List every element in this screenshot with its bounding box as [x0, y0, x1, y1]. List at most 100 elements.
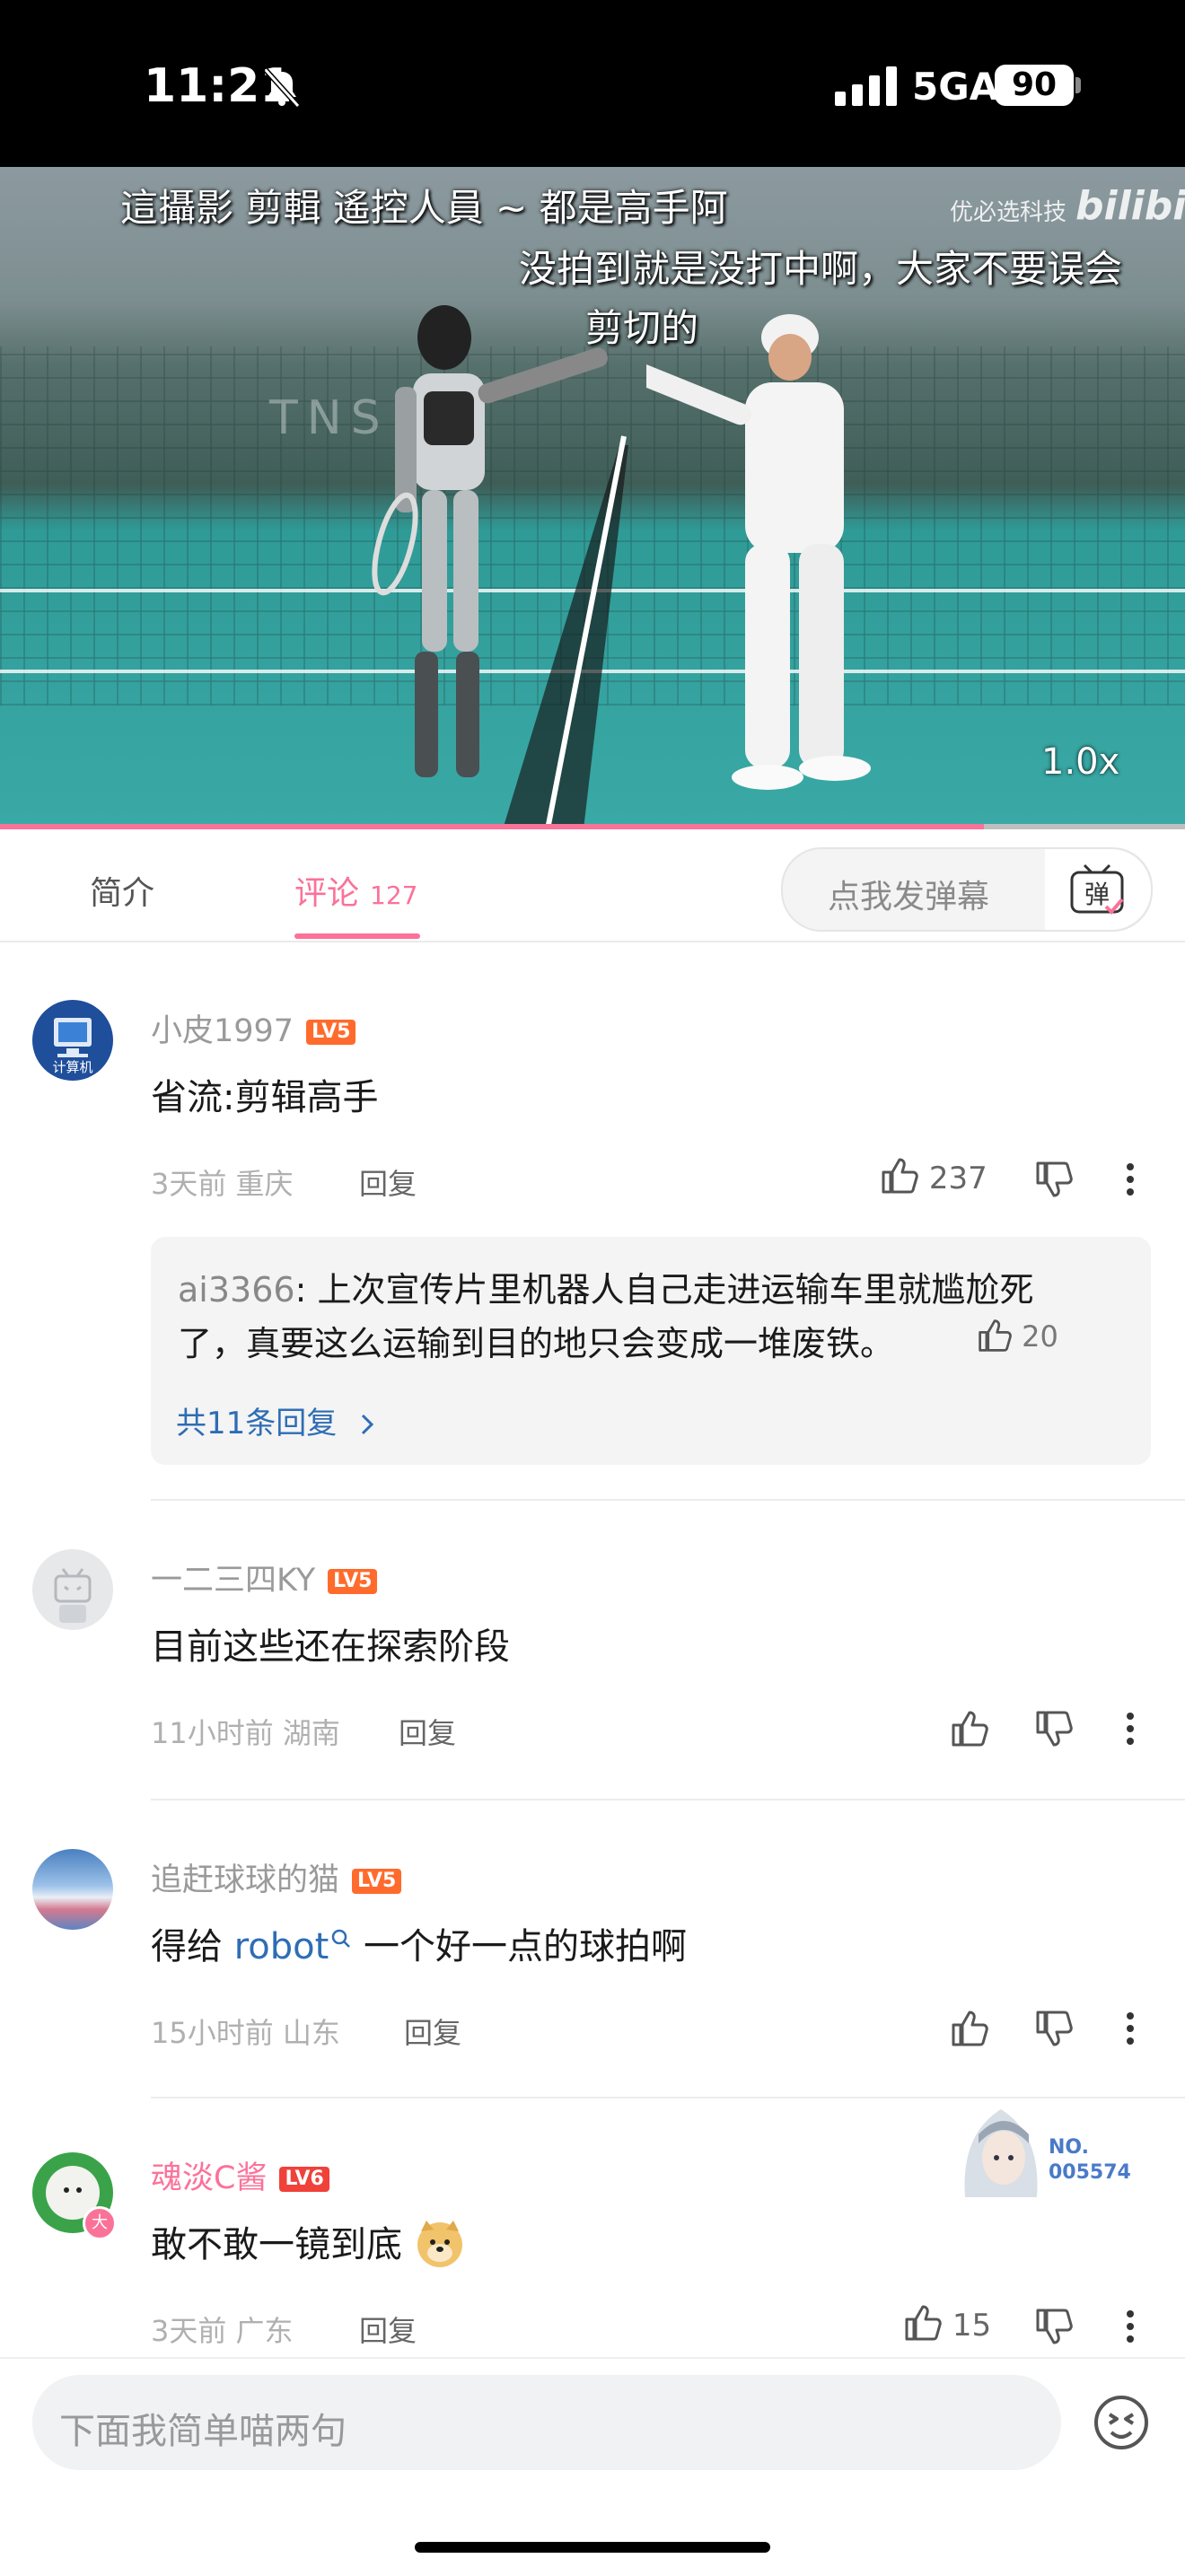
comment-text: 目前这些还在探索阶段 [151, 1626, 510, 1668]
decoration-number-prefix: NO. [1049, 2136, 1089, 2159]
like-count: 237 [928, 1161, 988, 1196]
robot-link-text: robot [233, 1926, 329, 1967]
thumbs-up-icon[interactable] [950, 1709, 989, 1748]
playback-speed-button[interactable]: 1.0x [1041, 741, 1119, 783]
thumbs-down-icon[interactable] [1034, 1709, 1074, 1748]
thumbs-up-icon [882, 1158, 918, 1194]
decoration-character-icon [964, 2109, 1038, 2197]
comment-text-part: 一个好一点的球拍啊 [352, 1926, 688, 1967]
subtitle-line-2: 没拍到就是没打中啊，大家不要误会 [519, 247, 1123, 291]
reply-button[interactable]: 回复 [399, 1711, 456, 1752]
comment-location: 重庆 [235, 1167, 294, 1201]
like-button[interactable]: 15 [903, 2303, 991, 2344]
watermark-text: 优必选科技 [950, 199, 1067, 226]
comment-username[interactable]: 追赶球球的猫 LV5 [151, 1854, 402, 1900]
chevron-right-icon [362, 1414, 374, 1435]
danmaku-toggle-button[interactable]: 弹 [1045, 849, 1151, 930]
like-button[interactable]: 237 [880, 1156, 988, 1196]
sub-reply-author[interactable]: ai3366 [178, 1270, 295, 1310]
status-bar: 11:21 5GA 90 [0, 0, 1185, 167]
avatar[interactable] [32, 1849, 113, 1930]
sub-reply-line-1: ai3366: 上次宣传片里机器人自己走进运输车里就尴尬死 [178, 1262, 1033, 1311]
battery-icon [1075, 77, 1081, 93]
fan-decoration-card[interactable]: NO. 005574 [952, 2098, 1158, 2206]
thumbs-up-icon[interactable] [950, 2009, 989, 2048]
reply-button[interactable]: 回复 [359, 1161, 417, 1203]
sub-reply-text-1: : 上次宣传片里机器人自己走进运输车里就尴尬死 [294, 1270, 1034, 1310]
avatar[interactable] [32, 1549, 113, 1630]
bilibili-logo: bilibili [1075, 183, 1185, 229]
tab-bar: 简介 评论 127 点我发弹幕 弹 [0, 829, 1185, 942]
subtitle-line-1: 這攝影 剪輯 遙控人員 ~ 都是高手阿 [120, 186, 728, 230]
home-indicator[interactable] [415, 2542, 770, 2553]
thumbs-up-icon [979, 1319, 1012, 1352]
comment-input[interactable]: 下面我简单喵两句 [32, 2375, 1061, 2470]
comment-location: 广东 [235, 2314, 294, 2348]
comment-location: 湖南 [282, 1716, 340, 1750]
danmaku-tv-icon: 弹 [1070, 863, 1124, 915]
subtitle-line-3: 剪切的 [585, 306, 699, 350]
emoji-icon[interactable] [1092, 2393, 1151, 2452]
comment-text-part: 敢不敢一镜到底 [151, 2224, 402, 2265]
default-tv-avatar-icon [54, 1568, 92, 1623]
comment-input-placeholder: 下面我简单喵两句 [59, 2411, 347, 2452]
more-options-icon[interactable] [1117, 2307, 1144, 2346]
avatar-badge: 大 [83, 2206, 117, 2240]
comment-time: 11小时前 [151, 1716, 274, 1750]
sub-reply-box[interactable]: ai3366: 上次宣传片里机器人自己走进运输车里就尴尬死 了，真要这么运输到目… [151, 1237, 1151, 1465]
level-badge: LV6 [279, 2167, 329, 2192]
comment-username[interactable]: 一二三四KY LV5 [151, 1555, 378, 1600]
tab-comments[interactable]: 评论 127 [294, 867, 417, 914]
active-tab-indicator [294, 933, 420, 939]
level-badge: LV5 [328, 1569, 378, 1594]
mute-bell-icon [263, 67, 301, 109]
comment-input-bar: 下面我简单喵两句 [0, 2357, 1185, 2576]
more-options-icon[interactable] [1117, 2009, 1144, 2048]
thumbs-down-icon[interactable] [1034, 2009, 1074, 2048]
more-options-icon[interactable] [1117, 1709, 1144, 1748]
humanoid-robot-figure [372, 305, 608, 777]
video-player[interactable]: TNS 這攝影 剪輯 遙控人員 ~ 都是高手阿 没拍到就是没打中啊，大家不要误会… [0, 167, 1185, 829]
battery-level: 90 [995, 65, 1074, 106]
doge-emoji-icon [417, 2221, 462, 2267]
robot-search-link[interactable]: robot [234, 1926, 353, 1967]
more-options-icon[interactable] [1117, 1160, 1144, 1199]
comment-username[interactable]: 小皮1997 LV5 [151, 1005, 356, 1051]
danmaku-icon-label: 弹 [1084, 880, 1110, 909]
comment-meta: 3天前 广东 [151, 2309, 294, 2350]
danmaku-input[interactable]: 点我发弹幕 弹 [781, 847, 1153, 932]
username-text: 一二三四KY [151, 1563, 316, 1599]
comment-username[interactable]: 魂淡C酱 LV6 [151, 2152, 329, 2198]
sub-reply-line-2: 了，真要这么运输到目的地只会变成一堆废铁。 [178, 1316, 894, 1365]
username-text: 追赶球球的猫 [151, 1862, 340, 1898]
search-icon [332, 1929, 351, 1948]
network-type: 5GA [912, 65, 999, 109]
view-more-replies-label: 共11条回复 [176, 1406, 338, 1441]
thumbs-down-icon[interactable] [1034, 2307, 1074, 2346]
cellular-signal-icon [835, 66, 897, 106]
level-badge: LV5 [352, 1869, 402, 1894]
comment-text: 敢不敢一镜到底 [151, 2215, 466, 2269]
thumbs-down-icon[interactable] [1034, 1160, 1074, 1199]
username-text: 小皮1997 [151, 1013, 294, 1049]
tab-comments-label: 评论 [294, 875, 360, 912]
comment-time: 3天前 [151, 2314, 227, 2348]
tab-intro[interactable]: 简介 [90, 867, 154, 914]
comment-divider [151, 1499, 1185, 1501]
reply-button[interactable]: 回复 [404, 2011, 461, 2052]
comment-meta: 11小时前 湖南 [151, 1711, 340, 1752]
decoration-number: 005574 [1049, 2161, 1131, 2184]
avatar[interactable]: 计算机 [32, 1000, 113, 1081]
comment-text: 省流:剪辑高手 [151, 1077, 379, 1118]
view-more-replies-button[interactable]: 共11条回复 [176, 1398, 379, 1442]
sub-reply-like-count: 20 [1022, 1319, 1058, 1354]
reply-button[interactable]: 回复 [359, 2309, 417, 2350]
comment-meta: 15小时前 山东 [151, 2011, 340, 2052]
danmaku-placeholder: 点我发弹幕 [828, 879, 990, 916]
level-badge: LV5 [306, 1020, 356, 1045]
comment-text: 得给 robot 一个好一点的球拍啊 [151, 1917, 687, 1969]
username-text: 魂淡C酱 [151, 2160, 268, 2196]
comment-text-part: 得给 [151, 1926, 234, 1967]
avatar-label: 计算机 [52, 1059, 93, 1075]
sub-reply-like-button[interactable]: 20 [977, 1318, 1058, 1354]
